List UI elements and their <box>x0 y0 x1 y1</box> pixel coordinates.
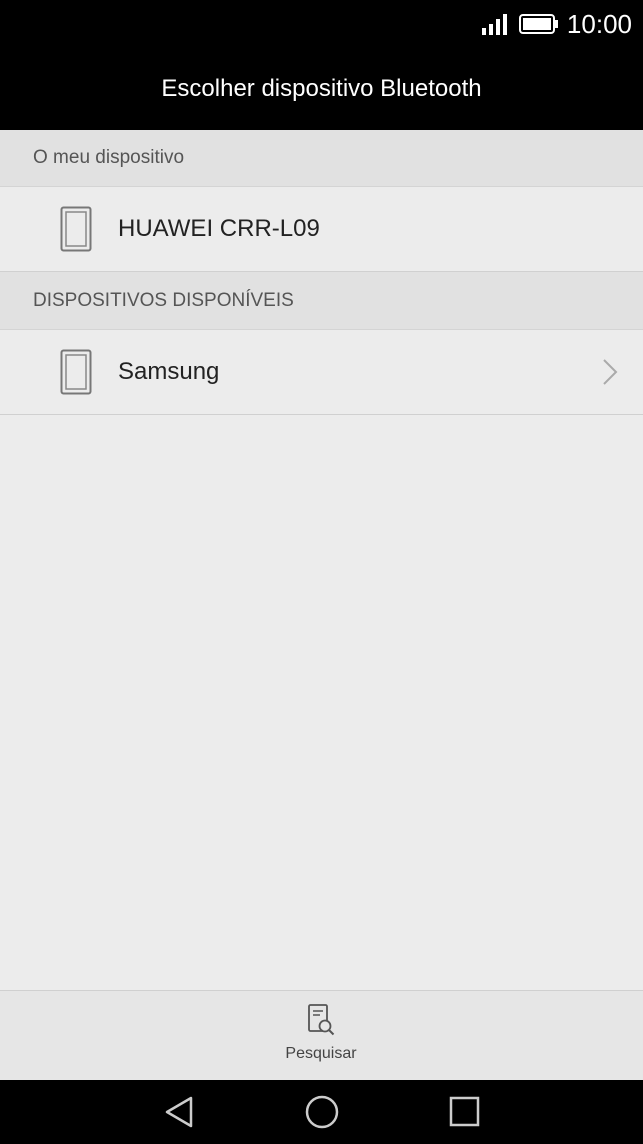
section-header-my-device: O meu dispositivo <box>0 130 643 187</box>
device-name: Samsung <box>118 358 220 385</box>
navigation-bar <box>0 1080 643 1144</box>
bottom-action-bar: Pesquisar <box>0 990 643 1080</box>
status-icons: 10:00 <box>481 10 632 38</box>
page-title: Escolher dispositivo Bluetooth <box>161 75 482 102</box>
phone-icon <box>60 349 92 395</box>
status-bar: 10:00 <box>0 0 643 48</box>
battery-icon <box>518 14 558 34</box>
phone-icon <box>60 206 92 252</box>
section-header-available-devices: DISPOSITIVOS DISPONÍVEIS <box>0 272 643 330</box>
device-name: HUAWEI CRR-L09 <box>118 215 320 242</box>
search-button[interactable]: Pesquisar <box>271 1003 371 1073</box>
home-icon[interactable] <box>302 1094 342 1130</box>
section-label: DISPOSITIVOS DISPONÍVEIS <box>33 289 294 311</box>
section-label: O meu dispositivo <box>33 147 185 168</box>
back-icon[interactable] <box>158 1094 198 1130</box>
recents-icon[interactable] <box>444 1094 484 1130</box>
clock-time: 10:00 <box>566 9 632 39</box>
device-row-samsung[interactable]: Samsung <box>0 330 643 415</box>
my-device-row[interactable]: HUAWEI CRR-L09 <box>0 187 643 272</box>
search-label: Pesquisar <box>285 1045 357 1062</box>
chevron-right-icon <box>603 359 618 385</box>
search-device-icon <box>308 1004 335 1036</box>
signal-icon <box>481 14 507 35</box>
title-bar: Escolher dispositivo Bluetooth <box>0 48 643 130</box>
